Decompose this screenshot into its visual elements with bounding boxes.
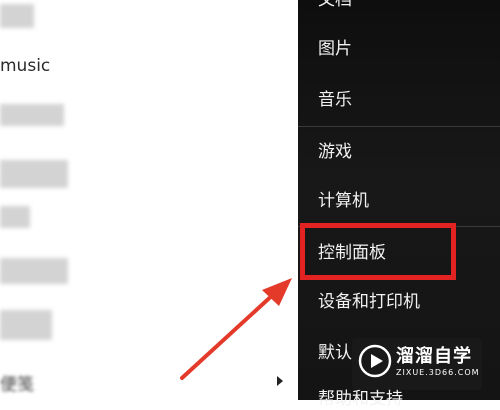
menu-item-help-support[interactable]: 帮助和支持 — [318, 388, 403, 410]
menu-separator — [298, 126, 500, 127]
watermark-title: 溜溜自学 — [396, 346, 472, 367]
menu-item-default-programs[interactable]: 默认 — [318, 342, 352, 364]
blurred-program-item[interactable] — [0, 206, 30, 228]
blurred-program-item[interactable] — [0, 258, 68, 284]
submenu-arrow-icon[interactable] — [277, 376, 283, 386]
highlight-box — [300, 223, 456, 280]
menu-item-pictures[interactable]: 图片 — [318, 38, 352, 60]
menu-item-devices-printers[interactable]: 设备和打印机 — [318, 291, 420, 313]
blurred-program-item[interactable] — [0, 104, 64, 126]
program-list: music 便笺 — [0, 0, 298, 400]
menu-item-games[interactable]: 游戏 — [318, 141, 352, 163]
watermark-url: ZIXUE.3D66.COM — [396, 368, 480, 377]
program-item-music[interactable]: music — [0, 56, 50, 76]
menu-item-documents[interactable]: 文档 — [318, 0, 352, 11]
blurred-program-item[interactable] — [0, 4, 34, 28]
menu-item-music[interactable]: 音乐 — [318, 89, 352, 111]
program-item-notes[interactable]: 便笺 — [0, 370, 34, 395]
play-logo-icon — [358, 344, 392, 378]
blurred-program-item[interactable] — [0, 160, 68, 188]
menu-item-computer[interactable]: 计算机 — [318, 190, 369, 212]
blurred-program-item[interactable] — [0, 310, 52, 340]
watermark: 溜溜自学 ZIXUE.3D66.COM — [352, 338, 482, 390]
